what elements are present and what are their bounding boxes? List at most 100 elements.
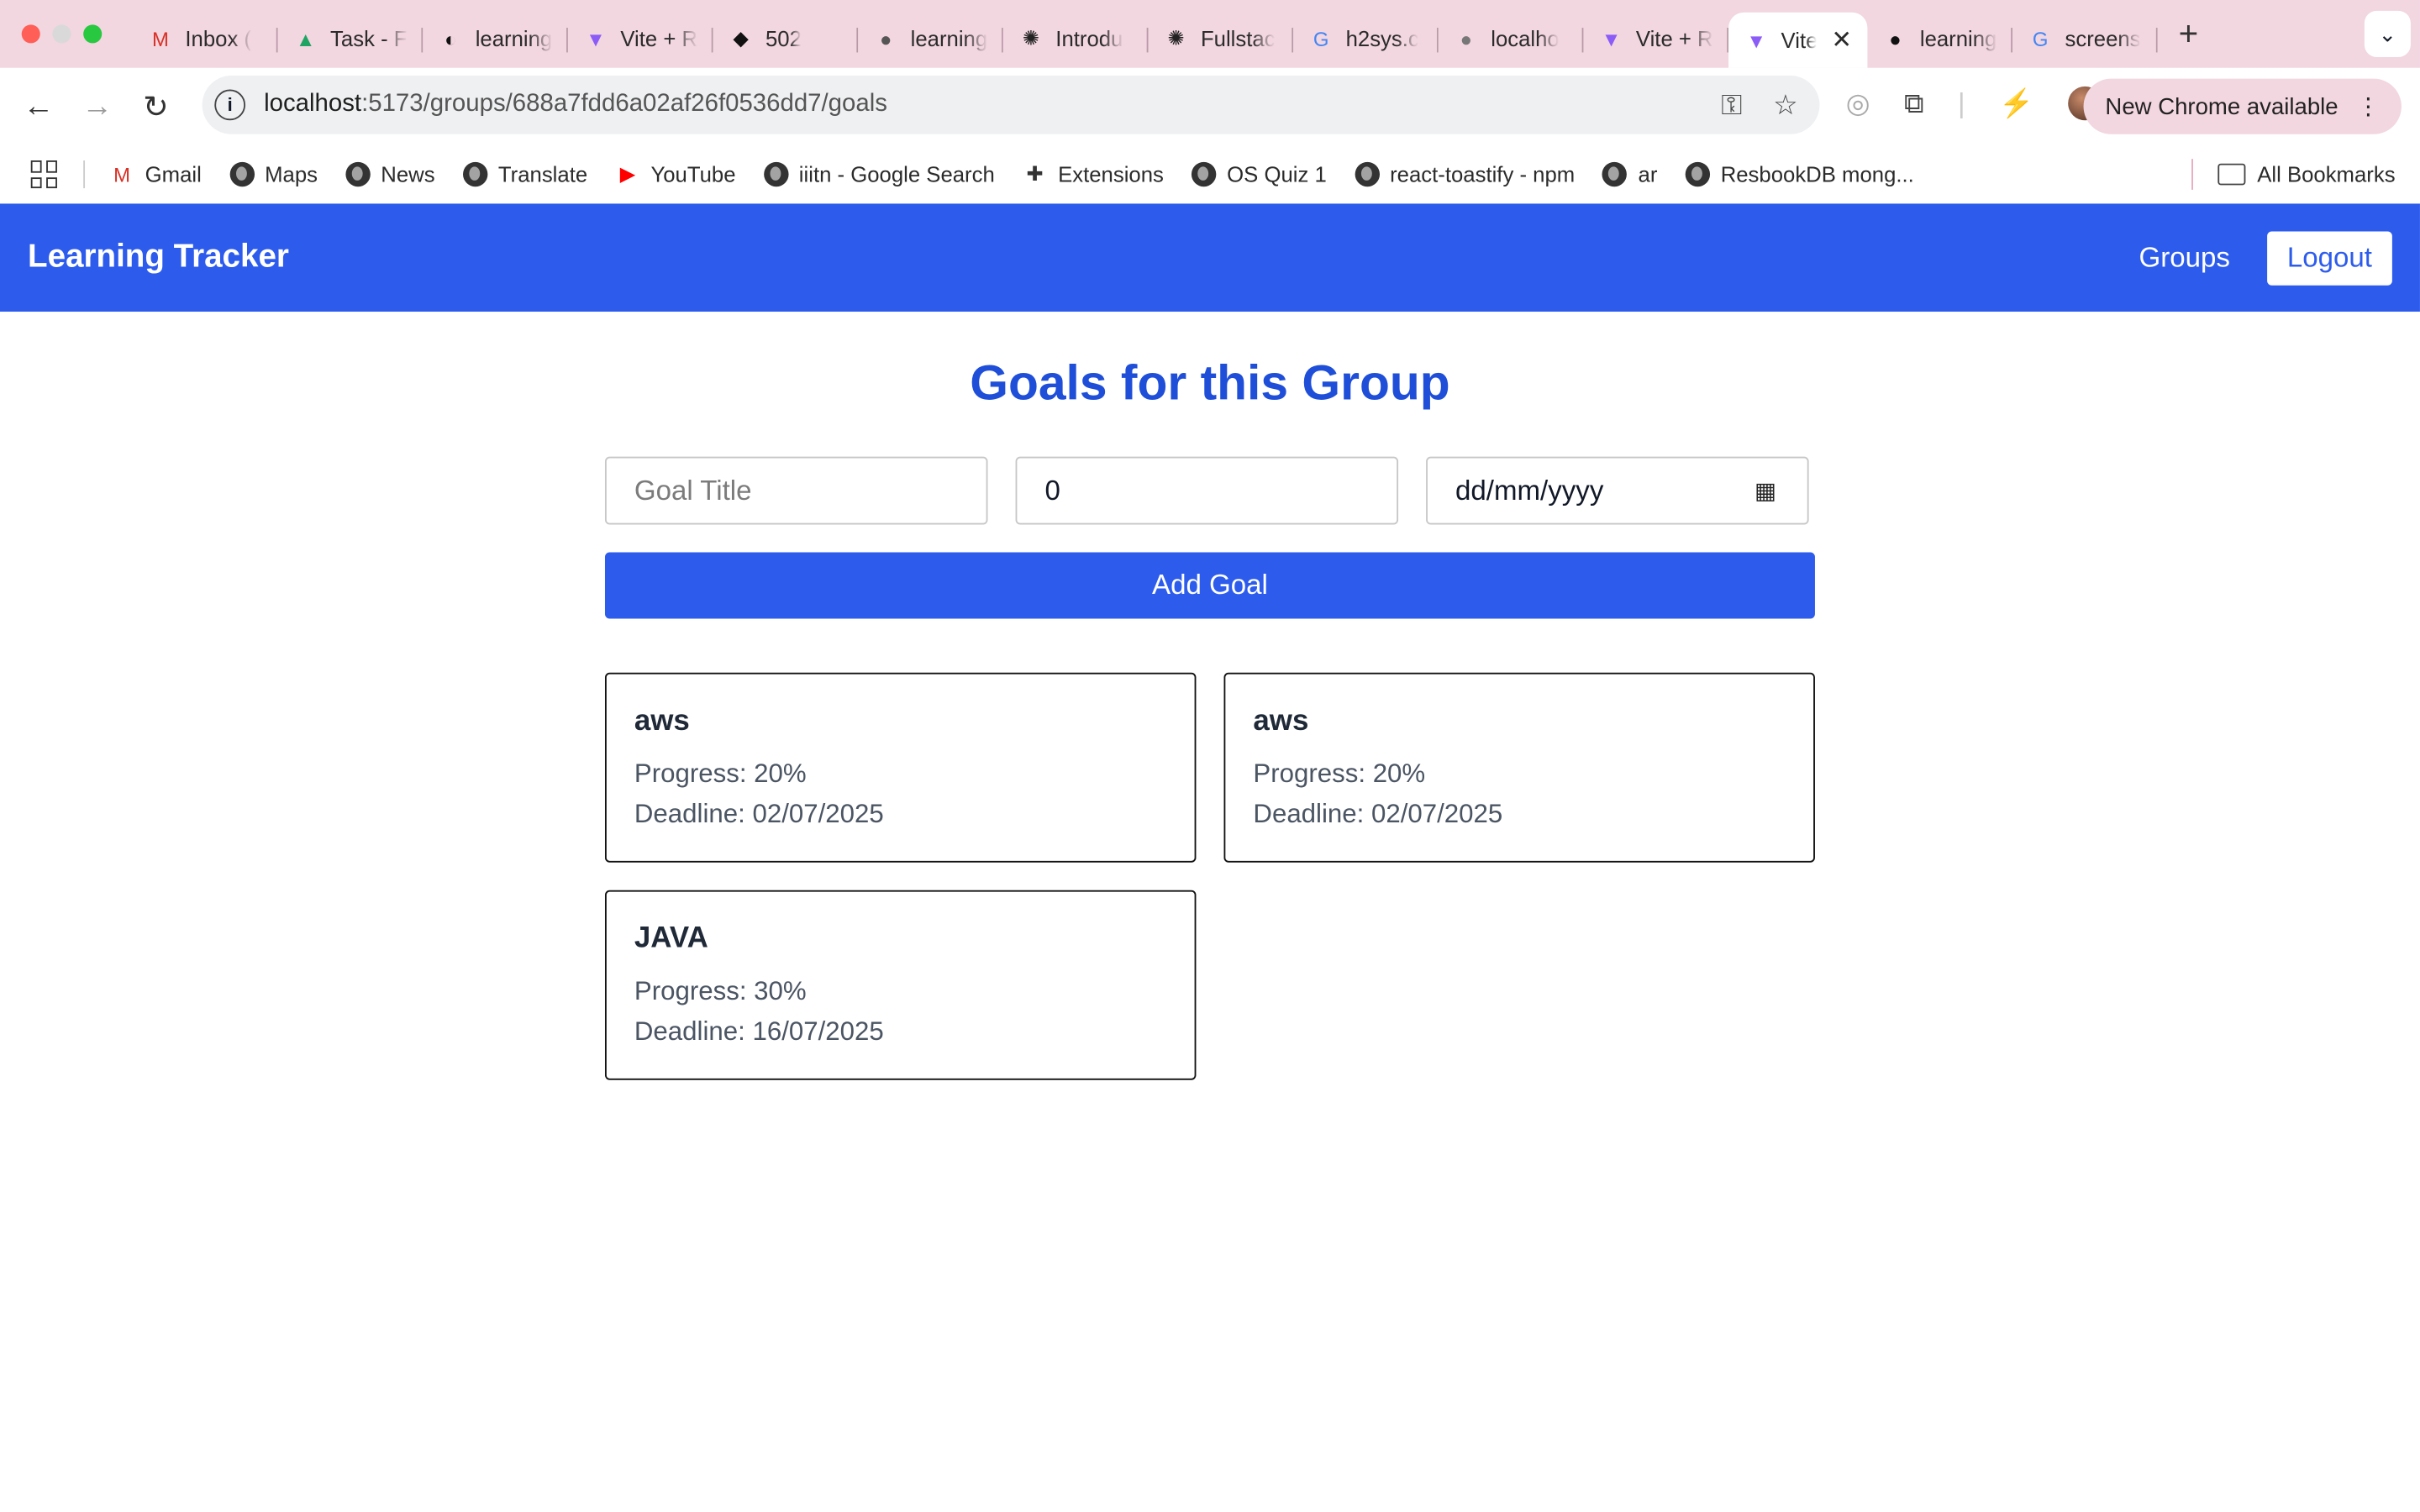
bookmark-label: ar [1638, 161, 1658, 187]
tab-strip: M Inbox (▲ Task - F ◐ learning ▼ Vite + R ◆ 502 ●… [0, 0, 2420, 68]
tab-title: 502 [765, 26, 802, 51]
globe-icon: ● [1460, 27, 1473, 50]
reload-button[interactable]: ↻ [127, 87, 186, 126]
bookmark-item[interactable]: News [345, 161, 435, 187]
goal-progress: Progress: 30% [634, 976, 807, 1006]
goal-deadline: Deadline: 02/07/2025 [634, 799, 884, 829]
tab-search-button[interactable]: ⌄ [2364, 10, 2411, 57]
goal-list: aws Progress: 20% Deadline: 02/07/2025 aws P… [604, 672, 1815, 1080]
bookmark-item[interactable]: ✚ Extensions [1023, 162, 1164, 186]
tab[interactable]: ◐ learning [423, 15, 568, 61]
goal-progress-value: 0 [1044, 474, 1060, 506]
bookmark-label: ResbookDB mong... [1720, 161, 1914, 187]
goal-progress: Progress: 20% [634, 759, 807, 789]
github-icon: ● [1889, 27, 1902, 50]
tab[interactable]: ▲ Task - F [278, 15, 424, 61]
tab-title: h2sys.c [1345, 26, 1419, 51]
tab[interactable]: Gscreens [2012, 15, 2158, 61]
groups-link[interactable]: Groups [2139, 241, 2229, 274]
all-bookmarks-button[interactable]: All Bookmarks [2217, 162, 2396, 186]
address-bar[interactable]: i localhost:5173/groups/688a7fdd6a02af26… [202, 75, 1820, 134]
openai-icon: ✺ [1022, 26, 1039, 50]
tab[interactable]: M Inbox ( [133, 15, 278, 61]
minimize-window-button[interactable] [52, 24, 71, 44]
back-button[interactable]: ← [9, 89, 68, 124]
vite-icon: ▼ [586, 27, 606, 50]
tab[interactable]: ▼ Vite + R [568, 15, 713, 61]
tab-title: Introdu [1055, 26, 1123, 51]
tab[interactable]: ▼ Vite + R [1583, 15, 1729, 61]
bookmark-item[interactable]: OS Quiz 1 [1191, 161, 1327, 187]
bookmark-item[interactable]: react-toastify - npm [1354, 161, 1575, 187]
bookmark-label: Translate [497, 161, 588, 187]
tab-title: Task - F [330, 26, 408, 51]
goal-title-input[interactable]: Goal Title [604, 456, 988, 525]
goal-title: aws [1253, 705, 1309, 738]
puzzle-icon: ✚ [1026, 161, 1044, 186]
performance-icon[interactable]: ⚡ [1999, 87, 2033, 120]
bookmark-item[interactable]: ▶ YouTube [615, 161, 736, 187]
bookmark-item[interactable]: iiitn - Google Search [763, 161, 995, 187]
bookmark-item[interactable]: Translate [462, 161, 588, 187]
tab[interactable]: ◆ 502 [713, 15, 859, 61]
password-key-icon[interactable]: ⚿ [1721, 89, 1742, 122]
site-icon: ◆ [733, 26, 749, 50]
goal-card[interactable]: aws Progress: 20% Deadline: 02/07/2025 [604, 672, 1197, 863]
tab-title: Vite [1781, 28, 1817, 53]
update-label: New Chrome available [2105, 93, 2338, 120]
goal-progress-input[interactable]: 0 [1015, 456, 1399, 525]
bookmarks-divider [2191, 159, 2193, 190]
close-window-button[interactable] [21, 24, 40, 44]
apps-grid-icon[interactable] [30, 160, 59, 189]
bookmark-star-icon[interactable]: ☆ [1773, 89, 1798, 122]
tab[interactable]: ✺ Introdu [1003, 15, 1149, 61]
tab[interactable]: ● localho [1439, 15, 1584, 61]
bookmark-item[interactable]: Maps [229, 161, 318, 187]
google-icon: G [2032, 27, 2049, 50]
bookmarks-bar: M Gmail Maps News Translate ▶ YouTube iiitn - G… [0, 144, 2420, 206]
goal-title: JAVA [634, 922, 708, 955]
goal-deadline-input[interactable]: dd/mm/yyyy ▦ [1426, 456, 1809, 525]
globe-icon [1685, 161, 1710, 187]
extensions-puzzle-icon[interactable]: ⧉ [1904, 87, 1924, 120]
bookmark-item[interactable]: ResbookDB mong... [1685, 161, 1914, 187]
gmail-icon: M [113, 162, 131, 186]
tab-title: learning [1919, 26, 1997, 51]
add-goal-button[interactable]: Add Goal [604, 552, 1815, 619]
kebab-menu-icon[interactable]: ⋮ [2357, 92, 2381, 120]
forward-button[interactable]: → [68, 89, 127, 124]
new-tab-button[interactable]: + [2170, 14, 2207, 55]
maximize-window-button[interactable] [83, 24, 103, 44]
vite-icon: ▼ [1746, 28, 1766, 52]
globe-icon [1191, 161, 1217, 187]
tab[interactable]: Gh2sys.c [1293, 15, 1439, 61]
close-tab-icon[interactable]: ✕ [1831, 24, 1852, 55]
bookmark-label: YouTube [650, 161, 736, 187]
folder-icon [2217, 163, 2245, 186]
goal-title: aws [634, 705, 690, 738]
chrome-update-button[interactable]: New Chrome available ⋮ [2083, 78, 2402, 134]
window-controls [21, 24, 133, 44]
bookmark-list: M Gmail Maps News Translate ▶ YouTube iiitn - G… [109, 161, 1941, 187]
tab[interactable]: ● learning [858, 15, 1003, 61]
goal-card[interactable]: JAVA Progress: 30% Deadline: 16/07/2025 [604, 890, 1197, 1080]
tab-active[interactable]: ▼ Vite ✕ [1728, 12, 1868, 68]
goal-card[interactable]: aws Progress: 20% Deadline: 02/07/2025 [1223, 672, 1815, 863]
site-info-icon[interactable]: i [214, 89, 246, 121]
logout-button[interactable]: Logout [2266, 230, 2392, 285]
add-goal-form: Goal Title 0 dd/mm/yyyy ▦ [604, 456, 1815, 525]
url-host: localhost [264, 91, 362, 118]
brand-title[interactable]: Learning Tracker [28, 239, 289, 276]
url-path: :5173/groups/688a7fdd6a02af26f0536dd7/go… [361, 91, 887, 118]
globe-icon [229, 161, 255, 187]
tab[interactable]: ✺ Fullstac [1149, 15, 1294, 61]
calendar-icon[interactable]: ▦ [1754, 477, 1776, 504]
globe-icon: ● [880, 27, 892, 50]
extension-icon[interactable]: ◎ [1846, 87, 1870, 120]
bookmark-item[interactable]: ar [1602, 161, 1658, 187]
site-icon: ◐ [445, 27, 457, 50]
tab[interactable]: ● learning [1867, 15, 2013, 61]
bookmark-item[interactable]: M Gmail [109, 162, 202, 186]
bookmark-label: News [381, 161, 435, 187]
globe-icon [345, 161, 371, 187]
